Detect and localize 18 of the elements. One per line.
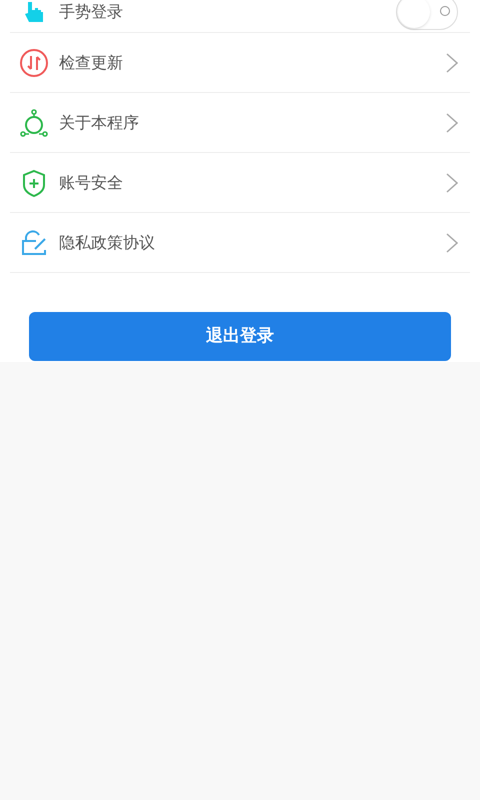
setting-row[interactable]: 隐私政策协议 bbox=[10, 213, 470, 273]
setting-row[interactable]: 关于本程序 bbox=[10, 93, 470, 153]
toggle-switch[interactable] bbox=[396, 0, 458, 30]
setting-label: 关于本程序 bbox=[59, 112, 140, 134]
chevron-icon bbox=[446, 232, 458, 252]
setting-label: 隐私政策协议 bbox=[59, 232, 156, 254]
update-icon bbox=[19, 48, 49, 78]
setting-label: 手势登录 bbox=[59, 1, 124, 23]
setting-label: 检查更新 bbox=[59, 52, 124, 74]
nodes-icon bbox=[19, 108, 49, 138]
logout-button[interactable]: 退出登录 bbox=[29, 312, 451, 361]
chevron-icon bbox=[446, 52, 458, 72]
lock-edit-icon bbox=[19, 228, 49, 258]
chevron-icon bbox=[446, 172, 458, 192]
setting-label: 账号安全 bbox=[59, 172, 124, 194]
chevron-icon bbox=[446, 112, 458, 132]
setting-row[interactable]: 账号安全 bbox=[10, 153, 470, 213]
setting-row[interactable]: 检查更新 bbox=[10, 33, 470, 93]
